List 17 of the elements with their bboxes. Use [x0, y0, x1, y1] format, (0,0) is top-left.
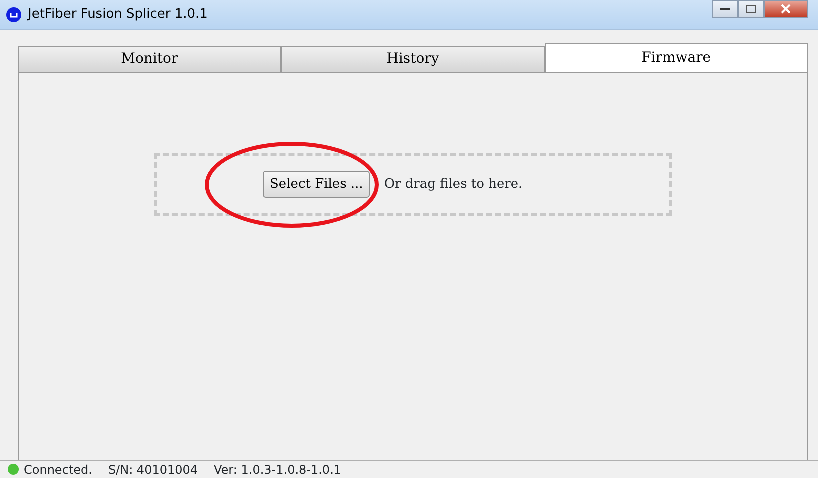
select-files-button[interactable]: Select Files ... [263, 170, 370, 198]
maximize-icon [746, 5, 756, 13]
app-icon [6, 6, 22, 22]
close-button[interactable] [764, 0, 808, 18]
tab[interactable]: History [281, 46, 545, 72]
version-text: Ver: 1.0.3-1.0.8-1.0.1 [214, 462, 342, 478]
serial-number: S/N: 40101004 [108, 462, 198, 478]
drop-hint: Or drag files to here. [384, 176, 523, 194]
drop-zone[interactable]: Select Files ... Or drag files to here. [154, 153, 672, 216]
window-title: JetFiber Fusion Splicer 1.0.1 [28, 6, 208, 24]
close-icon [781, 4, 791, 14]
connection-status: Connected. [24, 462, 92, 478]
tab[interactable]: Firmware [544, 43, 808, 72]
minimize-icon [720, 7, 730, 11]
tab[interactable]: Monitor [18, 46, 282, 72]
minimize-button[interactable] [712, 0, 738, 18]
maximize-button[interactable] [738, 0, 764, 18]
